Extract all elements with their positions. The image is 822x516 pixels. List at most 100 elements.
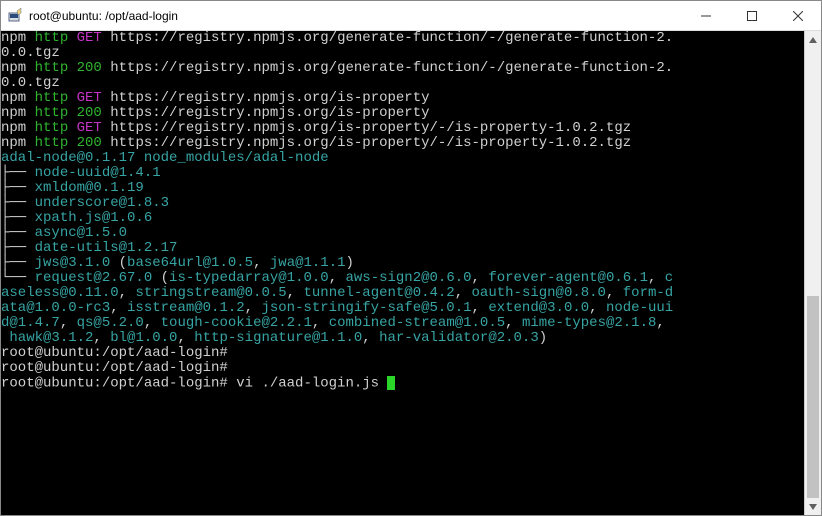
terminal-text: adal-node@0.1.17 node_modules/adal-node bbox=[1, 150, 329, 166]
scrollbar-down-arrow[interactable] bbox=[805, 498, 821, 515]
terminal-text: 0.0.tgz bbox=[1, 75, 60, 91]
terminal-text: is-typedarray@1.0.0 bbox=[169, 270, 329, 286]
terminal-text: forever-agent@0.6.1 bbox=[488, 270, 648, 286]
terminal-text: , bbox=[93, 330, 110, 346]
terminal-line: root@ubuntu:/opt/aad-login# bbox=[1, 346, 804, 361]
terminal-text: bl@1.0.0 bbox=[110, 330, 177, 346]
terminal-text: npm bbox=[1, 105, 35, 121]
titlebar-left: root@ubuntu: /opt/aad-login bbox=[1, 8, 683, 24]
terminal-text: npm bbox=[1, 135, 35, 151]
terminal-text: https://registry.npmjs.org/is-property/-… bbox=[102, 135, 631, 151]
scrollbar-up-arrow[interactable] bbox=[805, 31, 821, 48]
terminal-text: ├── bbox=[1, 225, 35, 241]
terminal-text: json-stringify-safe@5.0.1 bbox=[261, 300, 471, 316]
close-button[interactable] bbox=[775, 1, 821, 31]
terminal-text: mime-types@2.1.8 bbox=[522, 315, 656, 331]
terminal-text: , bbox=[110, 300, 127, 316]
terminal-cursor bbox=[387, 376, 395, 390]
window-title: root@ubuntu: /opt/aad-login bbox=[29, 9, 178, 23]
window-body: npm http GET https://registry.npmjs.org/… bbox=[1, 31, 821, 515]
terminal-text: http bbox=[35, 120, 77, 136]
terminal-text: GET bbox=[77, 120, 102, 136]
terminal-text: isstream@0.1.2 bbox=[127, 300, 245, 316]
terminal-text: , bbox=[472, 300, 489, 316]
terminal-text: ├── bbox=[1, 195, 35, 211]
terminal-line: ├── jws@3.1.0 (base64url@1.0.5, jwa@1.1.… bbox=[1, 256, 804, 271]
terminal-text: ata@1.0.0-rc3 bbox=[1, 300, 110, 316]
terminal-line: hawk@3.1.2, bl@1.0.0, http-signature@1.1… bbox=[1, 331, 804, 346]
terminal-text: ├── bbox=[1, 210, 35, 226]
terminal-text: 200 bbox=[77, 105, 102, 121]
terminal-text: date-utils@1.2.17 bbox=[35, 240, 178, 256]
terminal-line: ├── xmldom@0.1.19 bbox=[1, 181, 804, 196]
terminal-text: http-signature@1.1.0 bbox=[194, 330, 362, 346]
terminal-text: , bbox=[60, 315, 77, 331]
terminal-line: adal-node@0.1.17 node_modules/adal-node bbox=[1, 151, 804, 166]
terminal-text: , bbox=[144, 315, 161, 331]
terminal-line: npm http 200 https://registry.npmjs.org/… bbox=[1, 106, 804, 121]
terminal-text: ├── bbox=[1, 180, 35, 196]
terminal-text: , bbox=[472, 270, 489, 286]
terminal-text: https://registry.npmjs.org/generate-func… bbox=[102, 60, 673, 76]
terminal-text: , bbox=[329, 270, 346, 286]
minimize-button[interactable] bbox=[683, 1, 729, 31]
terminal-text: , bbox=[589, 300, 606, 316]
app-window: root@ubuntu: /opt/aad-login npm http GET… bbox=[0, 0, 822, 516]
terminal-text: aws-sign2@0.6.0 bbox=[346, 270, 472, 286]
window-titlebar[interactable]: root@ubuntu: /opt/aad-login bbox=[1, 1, 821, 31]
terminal-line: 0.0.tgz bbox=[1, 76, 804, 91]
terminal-line: 0.0.tgz bbox=[1, 46, 804, 61]
terminal-prompt-line: root@ubuntu:/opt/aad-login# vi ./aad-log… bbox=[1, 376, 804, 392]
terminal-text: root@ubuntu:/opt/aad-login# bbox=[1, 360, 228, 376]
terminal-line: ├── xpath.js@1.0.6 bbox=[1, 211, 804, 226]
terminal-line: d@1.4.7, qs@5.2.0, tough-cookie@2.2.1, c… bbox=[1, 316, 804, 331]
terminal-text: ) bbox=[539, 330, 547, 346]
terminal-text: ( bbox=[110, 255, 127, 271]
terminal-line: ├── node-uuid@1.4.1 bbox=[1, 166, 804, 181]
terminal-text: http bbox=[35, 105, 77, 121]
terminal-text: oauth-sign@0.8.0 bbox=[472, 285, 606, 301]
terminal-text: https://registry.npmjs.org/generate-func… bbox=[102, 31, 673, 46]
terminal-text: , bbox=[253, 255, 270, 271]
terminal-text: https://registry.npmjs.org/is-property/-… bbox=[102, 120, 631, 136]
terminal-line: npm http GET https://registry.npmjs.org/… bbox=[1, 31, 804, 46]
terminal-text: har-validator@2.0.3 bbox=[379, 330, 539, 346]
maximize-button[interactable] bbox=[729, 1, 775, 31]
terminal-text: , bbox=[312, 315, 329, 331]
vertical-scrollbar[interactable] bbox=[804, 31, 821, 515]
terminal-text: extend@3.0.0 bbox=[488, 300, 589, 316]
window-controls bbox=[683, 1, 821, 31]
terminal-text: , bbox=[362, 330, 379, 346]
terminal-text: ) bbox=[346, 255, 354, 271]
terminal-text: ( bbox=[152, 270, 169, 286]
terminal-text: , bbox=[177, 330, 194, 346]
terminal-text: jws@3.1.0 bbox=[35, 255, 111, 271]
putty-icon bbox=[7, 8, 23, 24]
terminal-text: tunnel-agent@0.4.2 bbox=[303, 285, 454, 301]
terminal-text: , bbox=[119, 285, 136, 301]
terminal-text: http bbox=[35, 90, 77, 106]
terminal-text: node-uuid@1.4.1 bbox=[35, 165, 161, 181]
terminal-line: root@ubuntu:/opt/aad-login# bbox=[1, 361, 804, 376]
terminal-text: root@ubuntu:/opt/aad-login# bbox=[1, 345, 228, 361]
terminal-line: npm http GET https://registry.npmjs.org/… bbox=[1, 91, 804, 106]
terminal-text: c bbox=[665, 270, 673, 286]
terminal-text: , bbox=[287, 285, 304, 301]
scrollbar-thumb[interactable] bbox=[807, 296, 819, 499]
terminal-text: └── bbox=[1, 270, 35, 286]
terminal-text: https://registry.npmjs.org/is-property bbox=[102, 90, 430, 106]
terminal-text: , bbox=[455, 285, 472, 301]
terminal-line: npm http GET https://registry.npmjs.org/… bbox=[1, 121, 804, 136]
terminal-text: https://registry.npmjs.org/is-property bbox=[102, 105, 430, 121]
terminal-text: form-d bbox=[623, 285, 673, 301]
terminal-text: tough-cookie@2.2.1 bbox=[161, 315, 312, 331]
shell-prompt: root@ubuntu:/opt/aad-login# bbox=[1, 376, 228, 392]
terminal-text: xpath.js@1.0.6 bbox=[35, 210, 153, 226]
terminal-output[interactable]: npm http GET https://registry.npmjs.org/… bbox=[1, 31, 804, 515]
terminal-text: aseless@0.11.0 bbox=[1, 285, 119, 301]
terminal-text: , bbox=[505, 315, 522, 331]
scrollbar-track[interactable] bbox=[805, 48, 821, 498]
terminal-text: 200 bbox=[77, 135, 102, 151]
terminal-text: request@2.67.0 bbox=[35, 270, 153, 286]
terminal-text: ├── bbox=[1, 240, 35, 256]
